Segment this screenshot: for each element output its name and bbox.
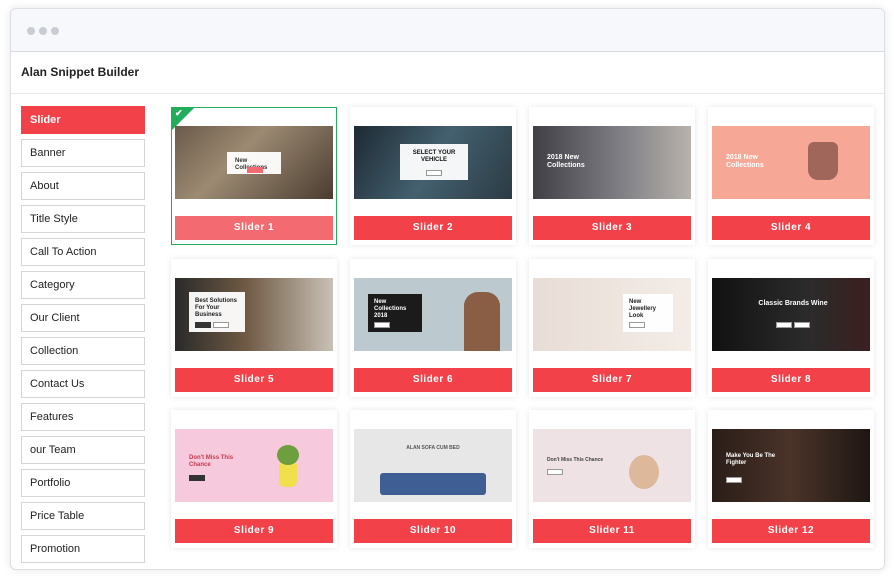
bag-image: [629, 455, 659, 489]
sidebar-item-our-team[interactable]: our Team: [21, 436, 145, 464]
check-icon: ✔: [175, 108, 183, 118]
slider-label[interactable]: Slider 7: [533, 368, 691, 392]
sidebar-item-our-client[interactable]: Our Client: [21, 304, 145, 332]
slider-card[interactable]: SELECT YOUR VEHICLE Slider 2: [350, 107, 516, 245]
window-dot-icon[interactable]: [39, 27, 47, 35]
thumbnail-button: [547, 469, 563, 475]
slider-label[interactable]: Slider 8: [712, 368, 870, 392]
slider-card[interactable]: New Collections 2018 Slider 6: [350, 259, 516, 397]
thumbnail-button: [195, 322, 211, 328]
slider-thumbnail: 2018 New Collections: [533, 126, 691, 199]
sidebar-item-contact-us[interactable]: Contact Us: [21, 370, 145, 398]
thumbnail-title: Make You Be The Fighter: [726, 453, 776, 466]
sidebar-item-slider[interactable]: Slider: [21, 106, 145, 134]
slider-label[interactable]: Slider 5: [175, 368, 333, 392]
thumbnail-title: 2018 New Collections: [547, 154, 585, 169]
slider-card[interactable]: ALAN SOFA CUM BED Slider 10: [350, 410, 516, 548]
slider-label[interactable]: Slider 11: [533, 519, 691, 543]
sidebar: Slider Banner About Title Style Call To …: [21, 106, 146, 568]
slider-thumbnail: New Jewellery Look: [533, 278, 691, 351]
thumbnail-button: [426, 170, 442, 176]
plant-image: [277, 445, 299, 465]
slider-thumbnail: Best Solutions For Your Business: [175, 278, 333, 351]
thumbnail-title: Classic Brands Wine: [758, 300, 828, 307]
thumbnail-button: [776, 322, 792, 328]
slider-card[interactable]: Best Solutions For Your Business Slider …: [171, 259, 337, 397]
thumbnail-title: New Collections 2018: [374, 299, 407, 319]
window-dot-icon[interactable]: [27, 27, 35, 35]
slider-label[interactable]: Slider 10: [354, 519, 512, 543]
thumbnail-title: ALAN SOFA CUM BED: [406, 445, 460, 451]
slider-card[interactable]: New Jewellery Look Slider 7: [529, 259, 695, 397]
sidebar-item-promotion[interactable]: Promotion: [21, 535, 145, 563]
slider-thumbnail: Classic Brands Wine: [712, 278, 870, 351]
slider-thumbnail: Make You Be The Fighter: [712, 429, 870, 502]
sidebar-item-banner[interactable]: Banner: [21, 139, 145, 167]
sidebar-item-price-table[interactable]: Price Table: [21, 502, 145, 530]
sidebar-item-about[interactable]: About: [21, 172, 145, 200]
header-divider: [11, 93, 884, 94]
thumbnail-button: [213, 322, 229, 328]
slider-card[interactable]: Classic Brands Wine Slider 8: [708, 259, 874, 397]
thumbnail-title: SELECT YOUR VEHICLE: [412, 150, 456, 163]
slider-card[interactable]: Make You Be The Fighter Slider 12: [708, 410, 874, 548]
pot-image: [279, 463, 297, 487]
app-title: Alan Snippet Builder: [21, 65, 140, 79]
app-window: Alan Snippet Builder Slider Banner About…: [10, 8, 885, 570]
thumbnail-title: 2018 New Collections: [726, 154, 764, 169]
slider-thumbnail: New Collections 2018: [354, 278, 512, 351]
slider-thumbnail: SELECT YOUR VEHICLE: [354, 126, 512, 199]
slider-card[interactable]: 2018 New Collections Slider 3: [529, 107, 695, 245]
slider-card[interactable]: 2018 New Collections Slider 4: [708, 107, 874, 245]
sidebar-item-call-to-action[interactable]: Call To Action: [21, 238, 145, 266]
man-image: [464, 292, 500, 351]
slider-card[interactable]: Don't Miss This Chance Slider 11: [529, 410, 695, 548]
thumbnail-title: New Jewellery Look: [629, 299, 657, 319]
slider-label[interactable]: Slider 12: [712, 519, 870, 543]
thumbnail-button: [189, 475, 205, 481]
bag-image: [808, 142, 838, 180]
thumbnail-button: [629, 322, 645, 328]
slider-thumbnail: 2018 New Collections: [712, 126, 870, 199]
slider-label[interactable]: Slider 4: [712, 216, 870, 240]
sidebar-item-features[interactable]: Features: [21, 403, 145, 431]
sidebar-item-portfolio[interactable]: Portfolio: [21, 469, 145, 497]
thumbnail-button: [374, 322, 390, 328]
slider-label[interactable]: Slider 3: [533, 216, 691, 240]
window-dot-icon[interactable]: [51, 27, 59, 35]
sidebar-item-collection[interactable]: Collection: [21, 337, 145, 365]
sidebar-item-category[interactable]: Category: [21, 271, 145, 299]
slider-label[interactable]: Slider 2: [354, 216, 512, 240]
slider-label[interactable]: Slider 1: [175, 216, 333, 240]
thumbnail-button: [726, 477, 742, 483]
thumbnail-title: Don't Miss This Chance: [547, 457, 604, 463]
thumbnail-button: [794, 322, 810, 328]
slider-card[interactable]: Don't Miss This Chance Slider 9: [171, 410, 337, 548]
sofa-image: [380, 473, 486, 495]
title-bar: [11, 9, 884, 52]
slider-thumbnail: Don't Miss This Chance: [533, 429, 691, 502]
slider-label[interactable]: Slider 6: [354, 368, 512, 392]
thumbnail-title: Best Solutions For Your Business: [195, 298, 238, 318]
sidebar-item-title-style[interactable]: Title Style: [21, 205, 145, 233]
thumbnail-button: [247, 167, 263, 173]
slider-thumbnail: New Collections: [175, 126, 333, 199]
thumbnail-title: Don't Miss This Chance: [189, 455, 234, 468]
slider-card[interactable]: ✔ New Collections Slider 1: [171, 107, 337, 245]
slider-thumbnail: Don't Miss This Chance: [175, 429, 333, 502]
slider-thumbnail: ALAN SOFA CUM BED: [354, 429, 512, 502]
slider-label[interactable]: Slider 9: [175, 519, 333, 543]
